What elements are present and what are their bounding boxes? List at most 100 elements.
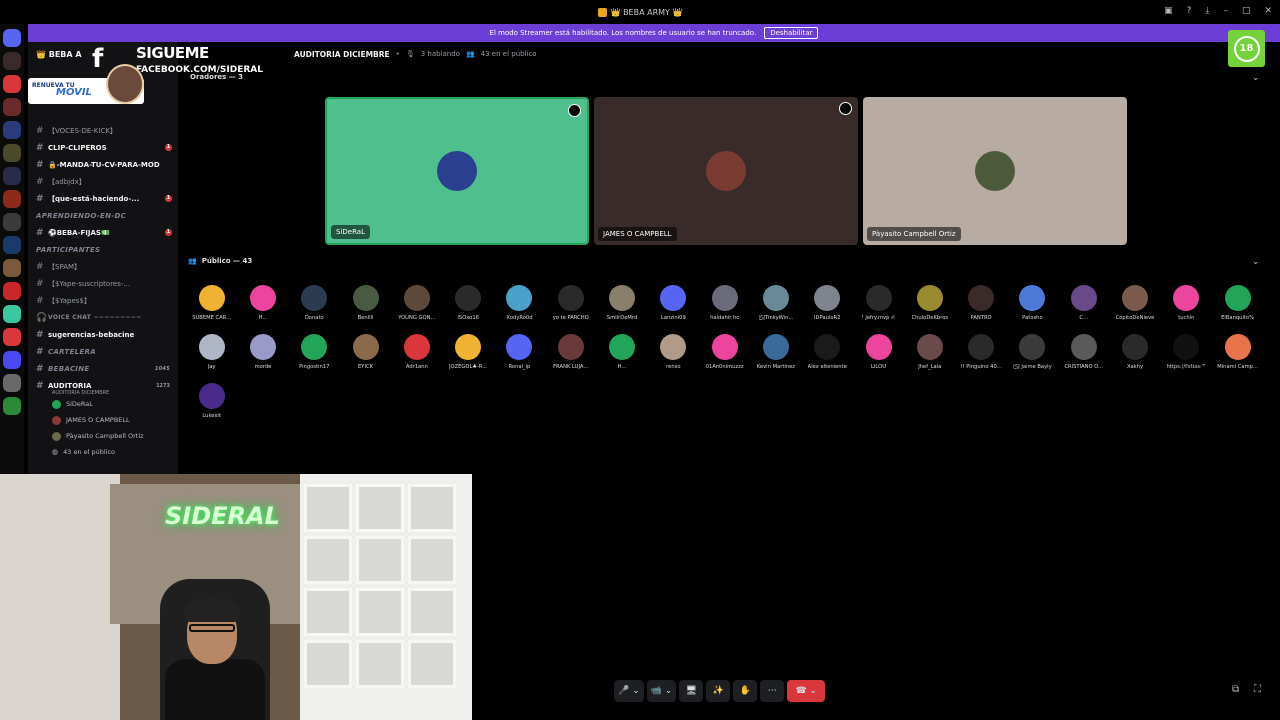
audience-member[interactable]: !! Pinguino 40...: [955, 332, 1006, 381]
download-icon[interactable]: ⤓: [1205, 6, 1209, 16]
activity-button[interactable]: ✨: [706, 680, 731, 702]
server-icon[interactable]: [3, 305, 21, 323]
audience-member[interactable]: Jhef_Lala: [904, 332, 955, 381]
audience-member[interactable]: Xakhy: [1109, 332, 1160, 381]
close-button[interactable]: ✕: [1264, 6, 1272, 16]
disable-streamer-button[interactable]: Deshabilitar: [764, 27, 819, 39]
channel-item[interactable]: # ⚽BEBA-FIJAS💵 1: [28, 224, 178, 241]
server-icon[interactable]: [3, 121, 21, 139]
voice-channel-item[interactable]: # CARTELERA: [28, 343, 178, 360]
speaker-tile[interactable]: Pàyasito Campbell Ortiz: [863, 97, 1127, 245]
channel-item[interactable]: # 【SPAM】: [28, 258, 178, 275]
audience-member[interactable]: FRANK LUJA...: [545, 332, 596, 381]
audience-member[interactable]: CopitoDeNieve: [1109, 283, 1160, 332]
server-icon[interactable]: [3, 236, 21, 254]
audience-member[interactable]: CRISTIANO O...: [1058, 332, 1109, 381]
server-icon[interactable]: [3, 397, 21, 415]
channel-item[interactable]: # 【$Yapes$】: [28, 292, 178, 309]
audience-member[interactable]: haldahir hc: [699, 283, 750, 332]
audience-member[interactable]: renso: [648, 332, 699, 381]
audience-member[interactable]: yo te PARCHO: [545, 283, 596, 332]
audience-count-row[interactable]: ◍ 43 en el público: [28, 444, 178, 460]
server-icon[interactable]: [3, 282, 21, 300]
chevron-down-icon[interactable]: ⌄: [1252, 257, 1259, 266]
server-icon[interactable]: [3, 52, 21, 70]
audience-member[interactable]: 🌫TinkyWin...: [750, 283, 801, 332]
audience-member[interactable]: SUBEME CAR...: [186, 283, 237, 332]
server-icon[interactable]: [3, 213, 21, 231]
camera-button[interactable]: 📹 ⌄: [646, 680, 677, 702]
audience-member[interactable]: H...: [596, 332, 647, 381]
channel-item[interactable]: # 【$Yape-suscriptores-...: [28, 275, 178, 292]
voice-user[interactable]: JAMES O CAMPBELL: [28, 412, 178, 428]
server-icon[interactable]: [3, 328, 21, 346]
channel-item[interactable]: # 【adbjdx】: [28, 173, 178, 190]
popout-icon[interactable]: ⧉: [1232, 684, 1239, 695]
maximize-button[interactable]: □: [1242, 6, 1251, 16]
audience-member[interactable]: Kevin Martínez: [750, 332, 801, 381]
audience-member[interactable]: 01An0nimuzzz: [699, 332, 750, 381]
channel-item[interactable]: # CLIP-CLIPEROS 1: [28, 139, 178, 156]
audience-member[interactable]: Benllll: [340, 283, 391, 332]
voice-category[interactable]: 🎧 VOICE CHAT ~~~~~~~~~: [28, 309, 178, 326]
audience-member[interactable]: Minami Camp...: [1212, 332, 1263, 381]
audience-member[interactable]: EYICK: [340, 332, 391, 381]
audience-member[interactable]: morde: [237, 332, 288, 381]
audience-member[interactable]: tuchin: [1161, 283, 1212, 332]
audience-member[interactable]: Jay: [186, 332, 237, 381]
voice-channel-item[interactable]: # AUDITORIA 1273: [28, 377, 178, 394]
audience-member[interactable]: JOZEGOL♣-R...: [442, 332, 493, 381]
mute-button[interactable]: 🎤 ⌄: [614, 680, 644, 702]
speaker-tile[interactable]: JAMES O CAMPBELL: [594, 97, 858, 245]
minimize-button[interactable]: –: [1223, 6, 1228, 16]
audience-member[interactable]: 🌫 Jaime Bayly: [1007, 332, 1058, 381]
audience-member[interactable]: H...: [237, 283, 288, 332]
audience-member[interactable]: IDPauloR2: [802, 283, 853, 332]
server-icon[interactable]: [3, 374, 21, 392]
chevron-down-icon[interactable]: ⌄: [1252, 73, 1259, 82]
voice-channel-item[interactable]: # BEBACINE 1045: [28, 360, 178, 377]
channel-item[interactable]: # 🔒-MANDA-TU-CV-PARA-MOD: [28, 156, 178, 173]
server-icon[interactable]: [3, 75, 21, 93]
channel-item[interactable]: PARTICIPANTES: [28, 241, 178, 258]
audience-member[interactable]: PANTRO: [955, 283, 1006, 332]
inbox-icon[interactable]: ▣: [1164, 6, 1173, 16]
audience-member[interactable]: ChuloDeKbros: [904, 283, 955, 332]
server-icon[interactable]: [3, 98, 21, 116]
screenshare-button[interactable]: 🖥: [679, 680, 704, 702]
channel-item[interactable]: # 【que-está-haciendo-... 1: [28, 190, 178, 207]
server-icon[interactable]: [3, 29, 21, 47]
server-icon[interactable]: [3, 190, 21, 208]
server-icon[interactable]: [3, 144, 21, 162]
voice-channel-item[interactable]: # sugerencias-bebacine: [28, 326, 178, 343]
voice-user[interactable]: Pàyasito Campbell Ortiz: [28, 428, 178, 444]
audience-member[interactable]: C...: [1058, 283, 1109, 332]
audience-member[interactable]: Donato: [289, 283, 340, 332]
server-icon[interactable]: [3, 167, 21, 185]
audience-member[interactable]: LILOU: [853, 332, 904, 381]
audience-section-header[interactable]: 👥 Público — 43 ⌄: [188, 257, 1275, 266]
audience-member[interactable]: Ronal_ip: [494, 332, 545, 381]
audience-member[interactable]: Pingostin17: [289, 332, 340, 381]
speaker-tile[interactable]: SiDeRaL: [325, 97, 589, 245]
server-icon[interactable]: [3, 351, 21, 369]
audience-member[interactable]: ISOxo16: [442, 283, 493, 332]
raise-hand-button[interactable]: ✋: [733, 680, 758, 702]
leave-call-button[interactable]: ☎ ⌄: [787, 680, 826, 702]
audience-member[interactable]: Alex elteniente: [802, 332, 853, 381]
help-icon[interactable]: ?: [1187, 6, 1192, 16]
audience-member[interactable]: YOUNG GON...: [391, 283, 442, 332]
audience-member[interactable]: SmilrDeMrd: [596, 283, 647, 332]
audience-member[interactable]: ! Jefry.mvp ✍: [853, 283, 904, 332]
audience-member[interactable]: ElBanquito%: [1212, 283, 1263, 332]
audience-member[interactable]: Lanzini09: [648, 283, 699, 332]
channel-item[interactable]: APRENDIENDO-EN-DC: [28, 207, 178, 224]
audience-member[interactable]: Lukexit: [186, 381, 237, 430]
fullscreen-icon[interactable]: ⛶: [1254, 684, 1261, 695]
channel-item[interactable]: # 【VOCES-DE-KICK】: [28, 122, 178, 139]
audience-member[interactable]: Patosho: [1007, 283, 1058, 332]
audience-member[interactable]: Adr1ann: [391, 332, 442, 381]
voice-user[interactable]: SiDeRaL: [28, 396, 178, 412]
server-icon[interactable]: [3, 259, 21, 277]
audience-member[interactable]: https://𝕗𝕠𝕝𝕚𝕒𝕖™: [1161, 332, 1212, 381]
